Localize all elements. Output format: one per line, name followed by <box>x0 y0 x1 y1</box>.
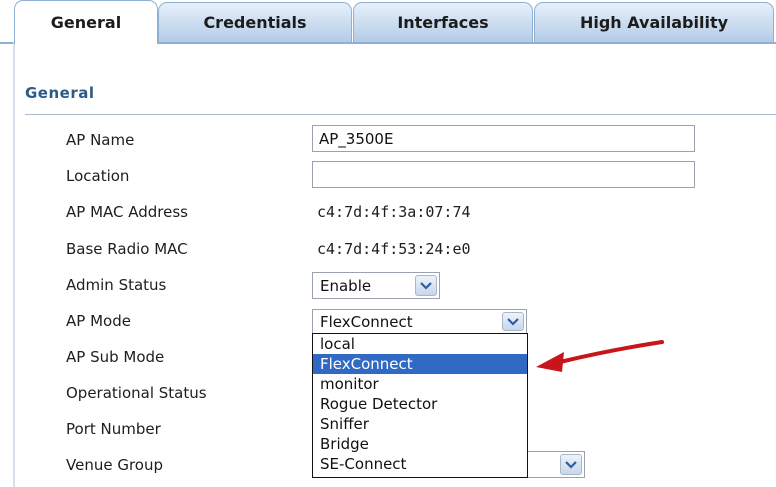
tab-label: High Availability <box>579 13 729 32</box>
tab-credentials[interactable]: Credentials <box>158 2 352 42</box>
port-number-label: Port Number <box>66 420 161 438</box>
ap-name-input[interactable] <box>312 125 695 152</box>
section-title: General <box>25 84 95 102</box>
dropdown-option-sniffer[interactable]: Sniffer <box>313 414 527 434</box>
chevron-down-icon[interactable] <box>502 312 524 331</box>
ap-mac-value: c4:7d:4f:3a:07:74 <box>317 203 471 221</box>
ap-mode-label: AP Mode <box>66 312 131 330</box>
tab-interfaces[interactable]: Interfaces <box>353 2 533 42</box>
tab-general[interactable]: General <box>14 0 158 44</box>
ap-mac-label: AP MAC Address <box>66 203 188 221</box>
tab-label: General <box>50 13 122 32</box>
tab-label: Credentials <box>203 13 307 32</box>
venue-group-label: Venue Group <box>66 456 164 474</box>
chevron-down-icon[interactable] <box>415 275 437 296</box>
chevron-down-icon[interactable] <box>560 454 582 475</box>
location-label: Location <box>66 167 130 185</box>
dropdown-option-flexconnect[interactable]: FlexConnect <box>313 354 527 374</box>
base-radio-mac-value: c4:7d:4f:53:24:e0 <box>317 240 471 258</box>
dropdown-option-se-connect[interactable]: SE-Connect <box>313 454 527 474</box>
admin-status-select[interactable]: Enable <box>312 272 440 299</box>
red-arrow-icon <box>536 340 664 372</box>
base-radio-mac-label: Base Radio MAC <box>66 240 188 258</box>
ap-mode-value: FlexConnect <box>320 312 413 331</box>
ap-name-label: AP Name <box>66 131 135 149</box>
dropdown-option-bridge[interactable]: Bridge <box>313 434 527 454</box>
section-divider <box>25 114 776 115</box>
operational-status-label: Operational Status <box>66 384 207 402</box>
location-input[interactable] <box>312 161 695 188</box>
dropdown-option-local[interactable]: local <box>313 334 527 354</box>
admin-status-value: Enable <box>320 276 372 295</box>
ap-mode-select[interactable]: FlexConnect <box>312 309 527 334</box>
ap-mode-dropdown-list[interactable]: local FlexConnect monitor Rogue Detector… <box>312 333 528 478</box>
dropdown-option-rogue-detector[interactable]: Rogue Detector <box>313 394 527 414</box>
tab-bar: Credentials Interfaces High Availability… <box>0 0 776 44</box>
admin-status-label: Admin Status <box>66 276 167 294</box>
tab-high-availability[interactable]: High Availability <box>534 2 774 42</box>
ap-sub-mode-label: AP Sub Mode <box>66 348 165 366</box>
tab-label: Interfaces <box>397 13 489 32</box>
left-border <box>13 42 15 487</box>
dropdown-option-monitor[interactable]: monitor <box>313 374 527 394</box>
